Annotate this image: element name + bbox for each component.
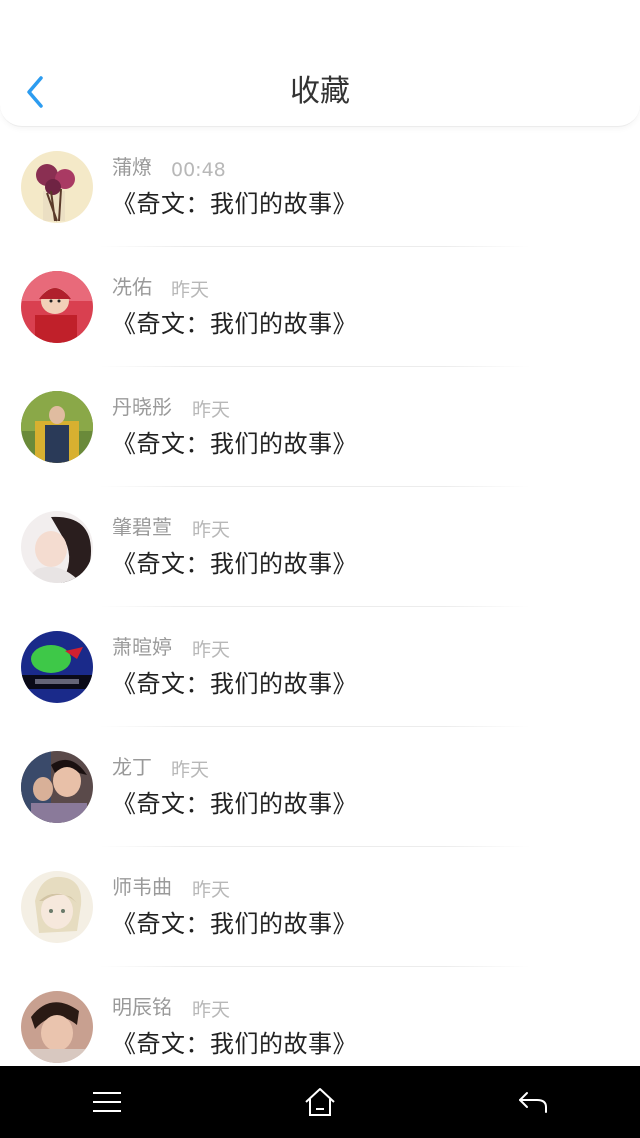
timestamp: 昨天 xyxy=(192,879,231,901)
top-bar: 收藏 xyxy=(0,0,640,127)
list-item[interactable]: 冼佑 昨天 《奇文：我们的故事》 xyxy=(0,247,640,367)
list-item[interactable]: 丹晓彤 昨天 《奇文：我们的故事》 xyxy=(0,367,640,487)
avatar xyxy=(21,271,93,343)
contact-name: 萧暄婷 xyxy=(112,635,172,659)
list-item[interactable]: 萧暄婷 昨天 《奇文：我们的故事》 xyxy=(0,607,640,727)
favorite-title: 《奇文：我们的故事》 xyxy=(112,190,357,218)
menu-icon xyxy=(92,1092,121,1112)
timestamp: 昨天 xyxy=(171,279,210,301)
list-item[interactable]: 师韦曲 昨天 《奇文：我们的故事》 xyxy=(0,847,640,967)
timestamp: 昨天 xyxy=(192,639,231,661)
list-item[interactable]: 龙丁 昨天 《奇文：我们的故事》 xyxy=(0,727,640,847)
favorite-title: 《奇文：我们的故事》 xyxy=(112,910,357,938)
contact-name: 明辰铭 xyxy=(112,995,172,1019)
home-button[interactable] xyxy=(290,1072,350,1132)
timestamp: 00:48 xyxy=(171,159,226,181)
favorite-title: 《奇文：我们的故事》 xyxy=(112,310,357,338)
avatar xyxy=(21,511,93,583)
contact-name: 蒲燎 xyxy=(112,155,152,179)
system-back-button[interactable] xyxy=(503,1072,563,1132)
favorite-title: 《奇文：我们的故事》 xyxy=(112,550,357,578)
avatar xyxy=(21,871,93,943)
avatar xyxy=(21,751,93,823)
avatar xyxy=(21,391,93,463)
timestamp: 昨天 xyxy=(171,759,210,781)
system-navigation-bar xyxy=(0,1066,640,1138)
contact-name: 龙丁 xyxy=(112,755,152,779)
timestamp: 昨天 xyxy=(192,399,231,421)
timestamp: 昨天 xyxy=(192,519,231,541)
home-icon xyxy=(305,1088,335,1116)
timestamp: 昨天 xyxy=(192,999,231,1021)
favorite-title: 《奇文：我们的故事》 xyxy=(112,430,357,458)
list-item[interactable]: 蒲燎 00:48 《奇文：我们的故事》 xyxy=(0,127,640,247)
contact-name: 冼佑 xyxy=(112,275,152,299)
favorite-title: 《奇文：我们的故事》 xyxy=(112,790,357,818)
favorite-title: 《奇文：我们的故事》 xyxy=(112,670,357,698)
contact-name: 丹晓彤 xyxy=(112,395,172,419)
avatar xyxy=(21,631,93,703)
contact-name: 师韦曲 xyxy=(112,875,172,899)
back-arrow-icon xyxy=(519,1092,548,1113)
page-title: 收藏 xyxy=(290,74,350,109)
avatar xyxy=(21,991,93,1063)
favorites-list: 蒲燎 00:48 《奇文：我们的故事》 冼佑 昨天 《奇文：我们的故事》 丹晓彤… xyxy=(0,127,640,1087)
contact-name: 肇碧萱 xyxy=(112,515,172,539)
avatar xyxy=(21,151,93,223)
favorite-title: 《奇文：我们的故事》 xyxy=(112,1030,357,1058)
list-item[interactable]: 肇碧萱 昨天 《奇文：我们的故事》 xyxy=(0,487,640,607)
menu-button[interactable] xyxy=(77,1072,137,1132)
